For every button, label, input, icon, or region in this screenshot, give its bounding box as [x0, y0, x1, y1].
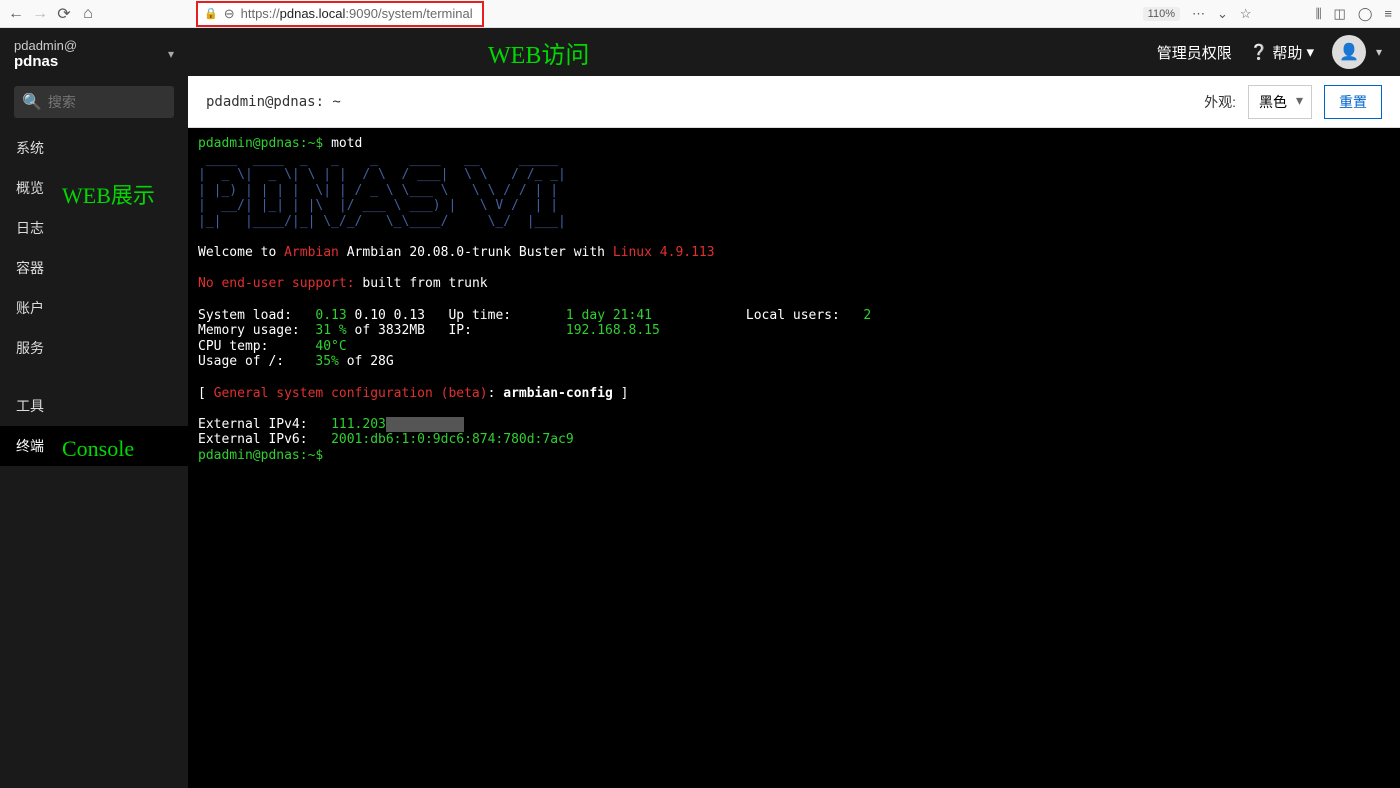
no-support-rest: built from trunk: [362, 276, 487, 291]
ascii-art: ____ ____ _ _ _ ____ __ _____ | _ \| _ \…: [198, 152, 566, 229]
sidebar-host-selector[interactable]: pdadmin@ pdnas ▾: [0, 28, 188, 80]
search-input[interactable]: [48, 94, 166, 110]
nav-tools[interactable]: 工具: [0, 386, 188, 426]
terminal-title: pdadmin@pdnas: ~: [206, 94, 341, 110]
terminal-output[interactable]: pdadmin@pdnas:~$ motd ____ ____ _ _ _ __…: [188, 128, 1400, 788]
overlay-title: WEB访问: [488, 35, 589, 70]
chevron-down-icon: ▾: [168, 47, 174, 61]
browser-right-icons: 110% ⋯ ⌄ ☆ ⫼ ◫ ◯ ≡: [1143, 6, 1392, 22]
home-button[interactable]: ⌂: [80, 6, 96, 22]
config-row: [ General system configuration (beta): a…: [198, 386, 628, 401]
reset-button[interactable]: 重置: [1324, 85, 1382, 119]
url-scheme: https://: [241, 6, 280, 21]
address-bar-wrap: 🔒 ⊖ https://pdnas.local:9090/system/term…: [196, 1, 484, 27]
more-icon[interactable]: ⋯: [1192, 6, 1205, 22]
address-bar[interactable]: 🔒 ⊖ https://pdnas.local:9090/system/term…: [196, 1, 484, 27]
overlay-console: Console: [62, 436, 134, 462]
help-menu[interactable]: ❔ 帮助 ▾: [1250, 42, 1314, 63]
bookmark-icon[interactable]: ☆: [1240, 6, 1252, 22]
sidebar-nav: 系统 概览WEB展示 日志 容器 账户 服务 工具 终端Console: [0, 128, 188, 466]
appearance-select[interactable]: 黑色: [1248, 85, 1312, 119]
sysload-row: System load: 0.13 0.10 0.13 Up time: 1 d…: [198, 308, 871, 323]
chevron-down-icon: ▾: [1306, 43, 1314, 61]
nav-logs[interactable]: 日志: [0, 208, 188, 248]
library-icon[interactable]: ⫼: [1316, 6, 1322, 22]
overlay-web: WEB展示: [62, 178, 155, 210]
mem-row: Memory usage: 31 % of 3832MB IP: 192.168…: [198, 323, 660, 338]
url-path: :9090/system/terminal: [345, 6, 472, 21]
zoom-badge[interactable]: 110%: [1143, 7, 1180, 21]
browser-toolbar: ← → ⟳ ⌂ 🔒 ⊖ https://pdnas.local:9090/sys…: [0, 0, 1400, 28]
pocket-icon[interactable]: ⌄: [1217, 6, 1228, 22]
nav-system[interactable]: 系统: [0, 128, 188, 168]
menu-icon[interactable]: ≡: [1384, 6, 1392, 21]
welcome-line: Welcome to Armbian Armbian 20.08.0-trunk…: [198, 245, 715, 260]
prompt: pdadmin@pdnas:~$: [198, 448, 331, 463]
avatar[interactable]: 👤: [1332, 35, 1366, 69]
search-icon: 🔍: [22, 92, 42, 112]
help-label: 帮助: [1272, 42, 1302, 63]
back-button[interactable]: ←: [8, 6, 24, 22]
sidebar: pdadmin@ pdnas ▾ 🔍 系统 概览WEB展示 日志 容器 账户 服…: [0, 28, 188, 788]
sidebar-user: pdadmin@: [14, 38, 77, 53]
sidebar-search[interactable]: 🔍: [14, 86, 174, 118]
usage-row: Usage of /: 35% of 28G: [198, 354, 394, 369]
nav-buttons: ← → ⟳ ⌂: [8, 6, 96, 22]
url-host: pdnas.local: [280, 6, 346, 21]
help-icon: ❔: [1250, 43, 1269, 61]
topbar: WEB访问 管理员权限 ❔ 帮助 ▾ 👤 ▾: [188, 28, 1400, 76]
nav-overview[interactable]: 概览WEB展示: [0, 168, 188, 208]
sidebar-host: pdnas: [14, 53, 77, 70]
ext-ipv4-row: External IPv4: 111.203: [198, 417, 464, 432]
appearance-label: 外观:: [1204, 92, 1236, 112]
shield-icon: ⊖: [224, 6, 235, 22]
prompt: pdadmin@pdnas:~$: [198, 136, 331, 151]
nav-terminal[interactable]: 终端Console: [0, 426, 188, 466]
admin-badge[interactable]: 管理员权限: [1157, 42, 1232, 63]
url-text: https://pdnas.local:9090/system/terminal: [241, 6, 473, 21]
account-icon[interactable]: ◯: [1358, 6, 1373, 22]
nav-containers[interactable]: 容器: [0, 248, 188, 288]
nav-services[interactable]: 服务: [0, 328, 188, 368]
ext-ipv6-row: External IPv6: 2001:db6:1:0:9dc6:874:780…: [198, 432, 574, 447]
command: motd: [331, 136, 362, 151]
cpu-row: CPU temp: 40°C: [198, 339, 347, 354]
forward-button[interactable]: →: [32, 6, 48, 22]
main: WEB访问 管理员权限 ❔ 帮助 ▾ 👤 ▾ pdadmin@pdnas: ~ …: [188, 28, 1400, 788]
terminal-header: pdadmin@pdnas: ~ 外观: 黑色 重置: [188, 76, 1400, 128]
lock-icon: 🔒: [204, 7, 218, 20]
chevron-down-icon[interactable]: ▾: [1376, 45, 1382, 59]
no-support: No end-user support:: [198, 276, 362, 291]
reload-button[interactable]: ⟳: [56, 6, 72, 22]
nav-accounts[interactable]: 账户: [0, 288, 188, 328]
sidebar-icon[interactable]: ◫: [1334, 6, 1346, 22]
